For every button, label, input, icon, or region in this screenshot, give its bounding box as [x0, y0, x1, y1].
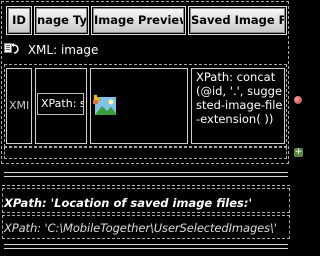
divider: [4, 244, 288, 245]
save-location-caption: XPath: 'Location of saved image files:': [4, 196, 252, 210]
repeat-group-icon: [4, 43, 19, 54]
image-file-icon[interactable]: [92, 94, 117, 116]
column-header-image-type[interactable]: nage Typ: [34, 6, 89, 35]
row-handle[interactable]: [294, 96, 302, 104]
column-header-image-preview[interactable]: Image Preview: [91, 6, 186, 35]
image-type-xpath-field[interactable]: XPath: s: [37, 93, 84, 115]
saved-image-xpath: XPath: concat(@id, '.', suggested-image-…: [196, 70, 283, 126]
column-header-id[interactable]: ID: [6, 6, 32, 35]
divider: [4, 248, 288, 249]
save-location-path: XPath: 'C:\MobileTogether\UserSelectedIm…: [4, 221, 277, 235]
divider: [4, 172, 288, 173]
divider: [4, 176, 288, 177]
add-row-icon[interactable]: +: [294, 148, 303, 157]
xml-label-text: XML: image: [27, 43, 99, 57]
divider: [2, 185, 290, 186]
id-cell-text: XMI: [9, 99, 30, 112]
empty-table-row: [4, 147, 287, 159]
xml-source-label[interactable]: XML: image: [4, 43, 98, 57]
column-header-saved-image-file[interactable]: Saved Image File: [188, 6, 287, 35]
